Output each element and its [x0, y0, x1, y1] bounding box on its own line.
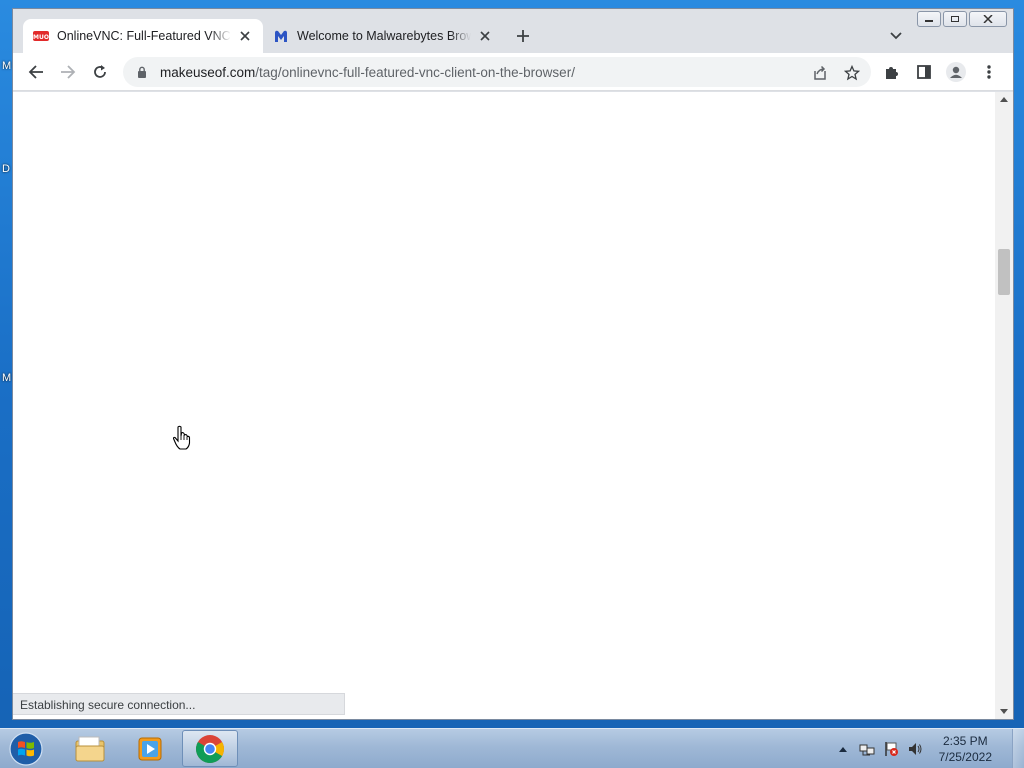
system-tray: 2:35 PM 7/25/2022	[831, 729, 1024, 768]
muo-icon: MUO	[33, 31, 49, 41]
reload-button[interactable]	[90, 62, 110, 82]
taskbar-explorer[interactable]	[62, 730, 118, 767]
scroll-thumb[interactable]	[998, 249, 1010, 295]
desktop-icon-label: M	[2, 372, 12, 384]
taskbar-chrome[interactable]	[182, 730, 238, 767]
reload-icon	[94, 65, 106, 78]
url-domain: makeuseof.com	[160, 64, 256, 80]
clock[interactable]: 2:35 PM 7/25/2022	[939, 733, 992, 765]
clock-date: 7/25/2022	[938, 750, 992, 764]
windows-explorer-icon	[75, 736, 105, 761]
profile-button[interactable]	[946, 62, 966, 82]
hand-cursor-icon	[172, 425, 191, 450]
close-tab-button[interactable]	[237, 28, 253, 44]
arrow-left-icon	[28, 65, 43, 79]
scroll-down-button[interactable]	[995, 705, 1013, 719]
back-button[interactable]	[26, 62, 46, 82]
triangle-up-icon	[1000, 97, 1008, 102]
toolbar: makeuseof.com/tag/onlinevnc-full-feature…	[13, 53, 1013, 91]
puzzle-icon	[886, 67, 898, 79]
show-desktop-button[interactable]	[1012, 729, 1024, 768]
extensions-button[interactable]	[882, 62, 902, 82]
menu-button[interactable]	[979, 62, 999, 82]
media-player-icon	[138, 737, 162, 760]
close-icon	[240, 31, 250, 41]
avatar-icon	[946, 62, 966, 82]
tab-strip: MUO OnlineVNC: Full-Featured VNC Cl Welc…	[13, 9, 1013, 53]
tab-malwarebytes[interactable]: Welcome to Malwarebytes Brows	[263, 19, 503, 53]
arrow-right-icon	[61, 65, 76, 79]
triangle-down-icon	[1000, 709, 1008, 714]
taskbar: 2:35 PM 7/25/2022	[0, 728, 1024, 768]
browser-window: MUO OnlineVNC: Full-Featured VNC Cl Welc…	[12, 8, 1014, 720]
svg-text:MUO: MUO	[33, 34, 49, 41]
desktop-icon-label: D	[2, 163, 10, 175]
side-panel-icon	[917, 65, 931, 79]
network-icon[interactable]	[858, 740, 876, 758]
share-button[interactable]	[811, 64, 829, 82]
vertical-scrollbar[interactable]	[995, 92, 1013, 719]
share-icon	[814, 65, 826, 80]
more-vert-icon	[987, 65, 991, 79]
bookmark-star-button[interactable]	[843, 64, 861, 82]
desktop-icon-label: M	[2, 60, 12, 72]
close-icon	[480, 31, 490, 41]
malwarebytes-icon	[275, 30, 287, 42]
tab-search-button[interactable]	[887, 27, 905, 45]
status-bubble: Establishing secure connection...	[13, 693, 345, 715]
side-panel-button[interactable]	[914, 62, 934, 82]
lock-icon[interactable]	[135, 65, 149, 79]
scroll-up-button[interactable]	[995, 92, 1013, 106]
chrome-icon	[196, 734, 224, 763]
address-bar[interactable]: makeuseof.com/tag/onlinevnc-full-feature…	[123, 57, 871, 87]
tab-title: Welcome to Malwarebytes Brows	[297, 29, 472, 43]
clock-time: 2:35 PM	[942, 734, 988, 748]
page-viewport[interactable]	[13, 92, 995, 719]
chevron-down-icon	[890, 32, 902, 40]
plus-icon	[517, 30, 529, 42]
action-center-flag-icon[interactable]	[882, 740, 900, 758]
tab-title: OnlineVNC: Full-Featured VNC Cl	[57, 29, 232, 43]
tab-onlinevnc[interactable]: MUO OnlineVNC: Full-Featured VNC Cl	[23, 19, 263, 53]
windows-logo-icon	[9, 732, 43, 766]
start-button[interactable]	[6, 731, 46, 767]
show-hidden-icons-button[interactable]	[834, 740, 852, 758]
forward-button[interactable]	[58, 62, 78, 82]
new-tab-button[interactable]	[513, 26, 533, 46]
triangle-up-icon	[838, 747, 847, 752]
close-tab-button[interactable]	[477, 28, 493, 44]
taskbar-media-player[interactable]	[122, 730, 178, 767]
volume-icon[interactable]	[906, 740, 924, 758]
star-icon	[844, 65, 860, 81]
url-text: makeuseof.com/tag/onlinevnc-full-feature…	[160, 65, 575, 80]
url-path: /tag/onlinevnc-full-featured-vnc-client-…	[255, 64, 575, 80]
